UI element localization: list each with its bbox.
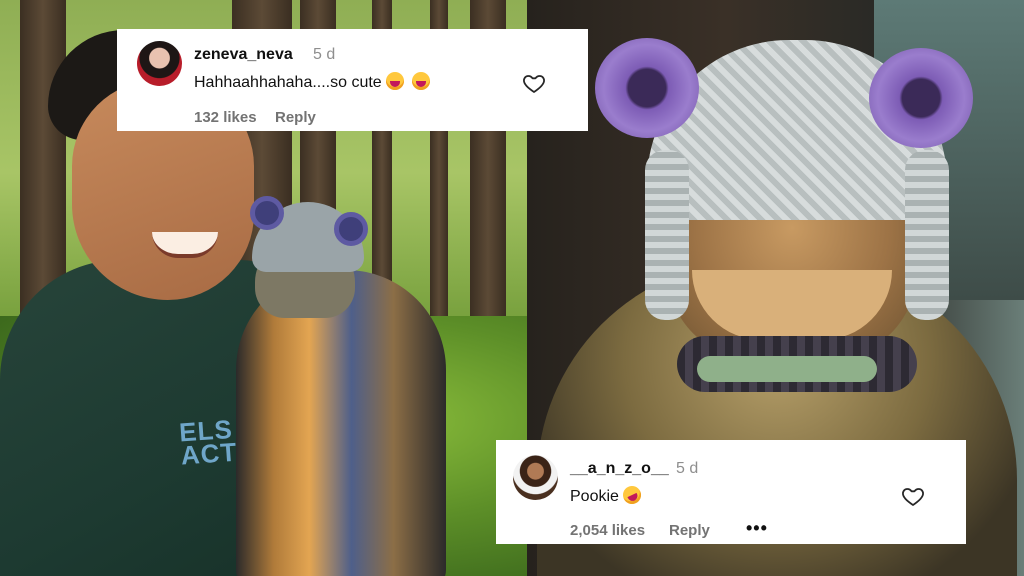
comment-text-row: Hahhaahhahaha....so cute — [194, 72, 430, 92]
more-options-button[interactable]: ••• — [746, 518, 768, 539]
crochet-scarf-trim — [697, 356, 877, 382]
cobra-hood — [236, 270, 446, 576]
reply-button[interactable]: Reply — [669, 522, 710, 539]
avatar[interactable] — [513, 455, 558, 500]
rofl-face-icon — [619, 483, 644, 507]
comment-text: Hahhaahhahaha....so cute — [194, 74, 382, 91]
reply-button[interactable]: Reply — [275, 109, 316, 126]
comment-text: Pookie — [570, 488, 619, 505]
hat-ear-left — [595, 38, 699, 138]
comment-text-row: Pookie — [570, 483, 644, 507]
likes-count[interactable]: 2,054 likes — [570, 522, 645, 539]
comment-time: 5 d — [313, 46, 336, 63]
hat-ear-left — [250, 196, 284, 230]
comment-card: __a_n_z_o__ 5 d Pookie 2,054 likes Reply… — [496, 440, 966, 544]
laughing-face-icon — [385, 72, 404, 90]
likes-count[interactable]: 132 likes — [194, 109, 257, 126]
crochet-hat-flap — [645, 150, 689, 320]
heart-icon[interactable] — [522, 71, 546, 95]
comment-username[interactable]: __a_n_z_o__ — [570, 460, 669, 478]
avatar[interactable] — [137, 41, 182, 86]
hat-ear-right — [869, 48, 973, 148]
comment-time: 5 d — [676, 460, 699, 477]
laughing-face-icon — [411, 72, 430, 90]
comment-card: zeneva_neva 5 d Hahhaahhahaha....so cute… — [117, 29, 588, 131]
heart-icon[interactable] — [901, 484, 925, 508]
hat-ear-right — [334, 212, 368, 246]
crochet-hat-flap — [905, 150, 949, 320]
comment-username[interactable]: zeneva_neva — [194, 46, 293, 64]
